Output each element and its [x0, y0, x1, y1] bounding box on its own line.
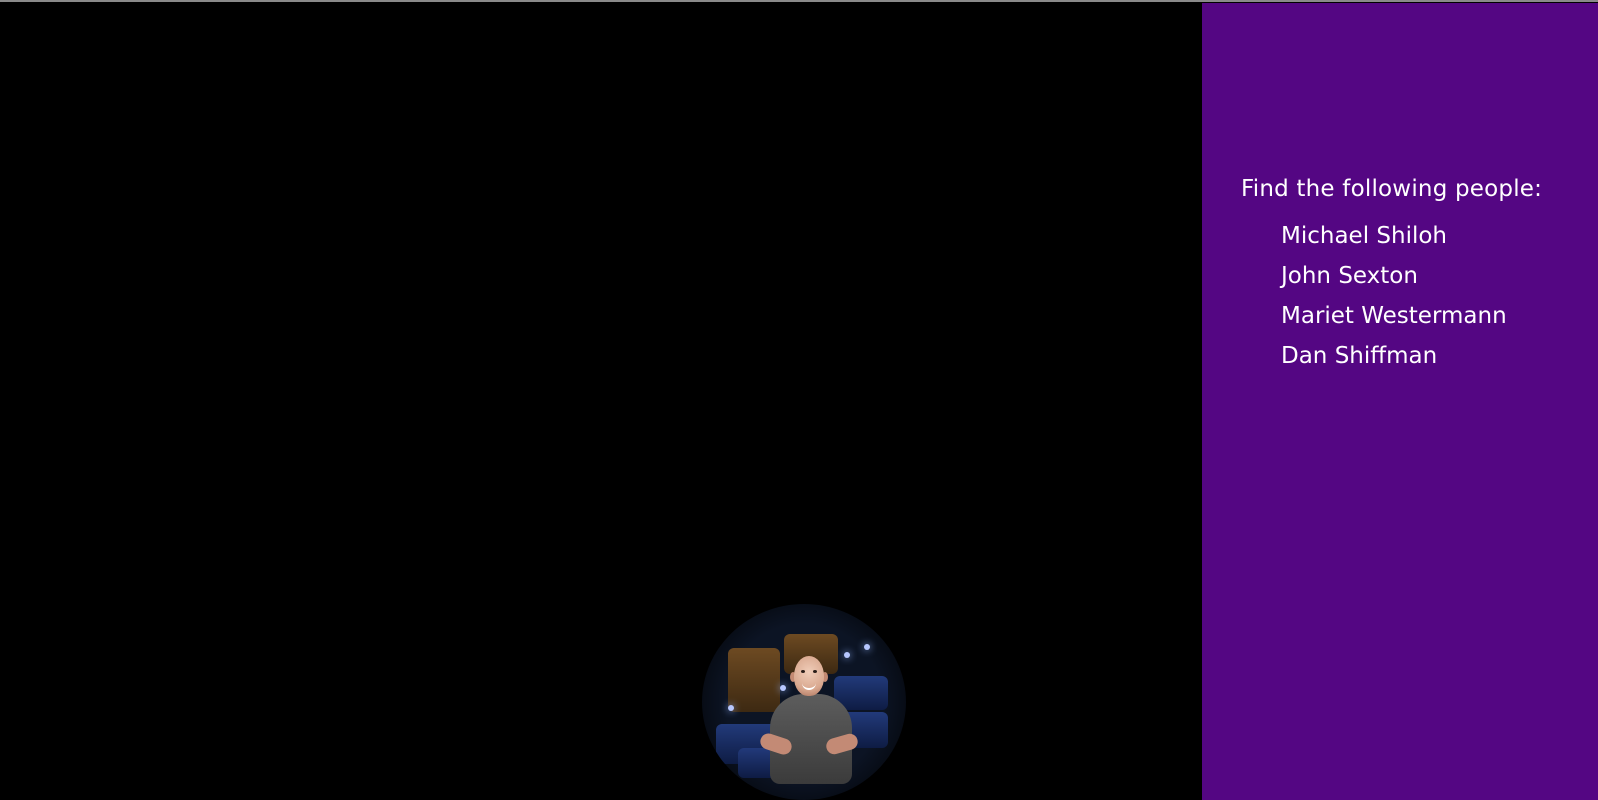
dark-scene[interactable]	[0, 2, 1202, 800]
sparkle-icon	[844, 652, 850, 658]
person-name: Dan Shiffman	[1281, 343, 1438, 369]
auditorium-seat	[728, 648, 780, 712]
person-name: Mariet Westermann	[1281, 303, 1507, 329]
spotlight-view[interactable]	[702, 604, 906, 800]
people-list: Michael Shiloh John Sexton Mariet Wester…	[1281, 216, 1507, 376]
instructions-panel: Find the following people: Michael Shilo…	[1202, 3, 1598, 800]
sparkle-icon	[728, 705, 734, 711]
auditorium-photo	[702, 604, 906, 800]
person-right-eye	[813, 670, 817, 673]
sparkle-icon	[864, 644, 870, 650]
instructions-title: Find the following people:	[1241, 176, 1543, 202]
sparkle-icon	[780, 685, 786, 691]
person-name: Michael Shiloh	[1281, 223, 1448, 249]
person-left-eye	[801, 670, 805, 673]
person-name: John Sexton	[1281, 263, 1418, 289]
game-window: Find the following people: Michael Shilo…	[0, 0, 1598, 800]
person-head	[794, 656, 824, 696]
